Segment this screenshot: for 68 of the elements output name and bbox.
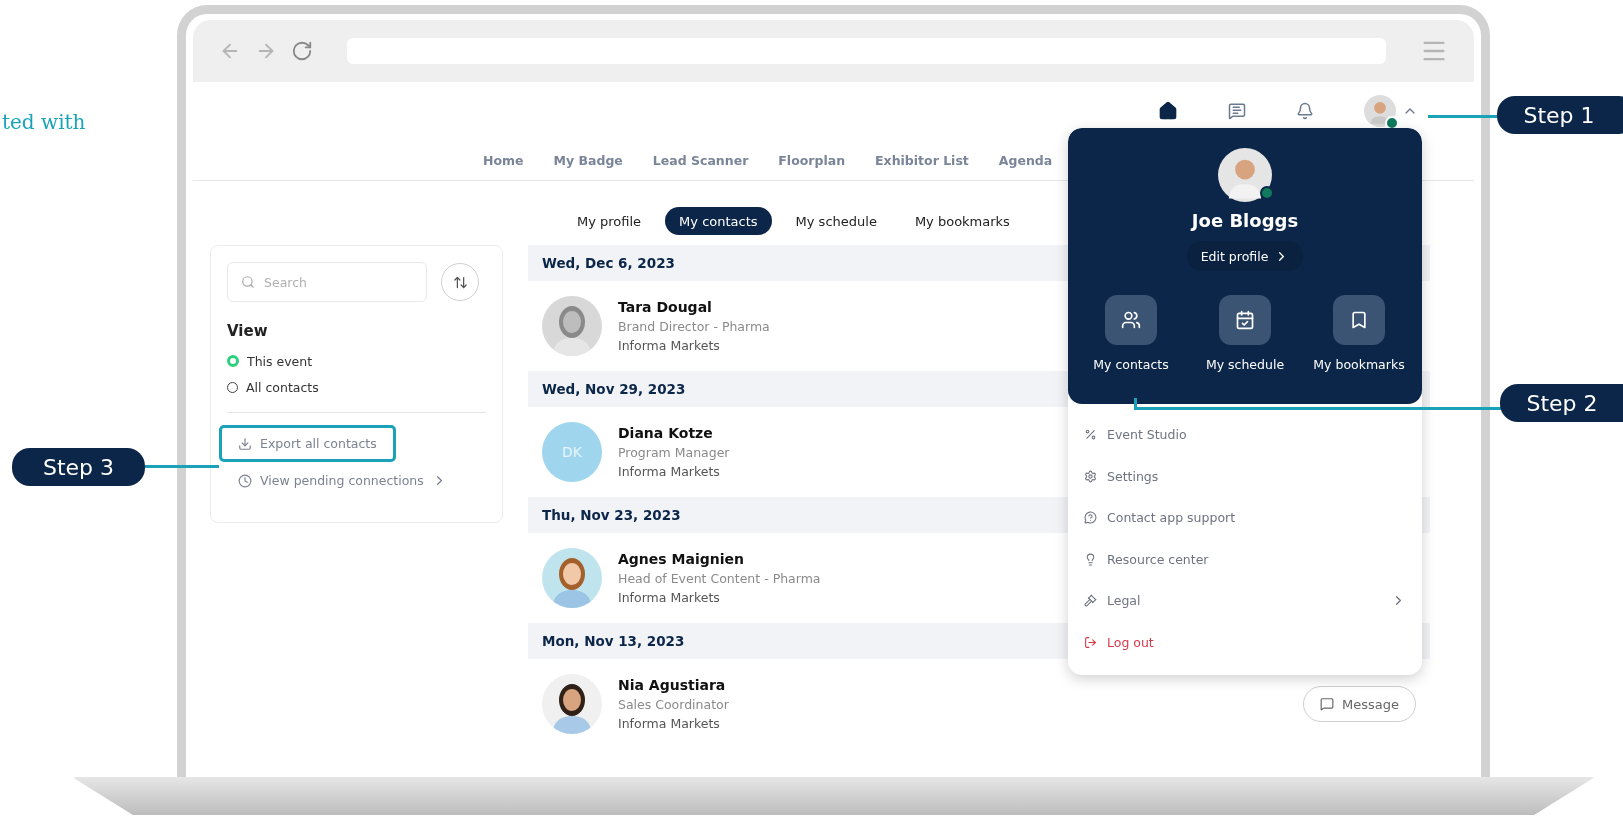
people-icon: [1121, 310, 1141, 330]
contact-title: Head of Event Content - Pharma: [618, 571, 821, 586]
shortcut-button[interactable]: My schedule: [1192, 295, 1298, 372]
intro-text: ted with: [2, 110, 86, 134]
calendar-check-icon: [1235, 310, 1255, 330]
download-icon: [238, 436, 252, 451]
bell-icon[interactable]: [1296, 102, 1314, 120]
tab[interactable]: My profile: [563, 207, 656, 235]
initials-avatar: DK: [542, 422, 602, 482]
logout-icon: [1084, 635, 1097, 649]
home-icon[interactable]: [1158, 101, 1178, 121]
menu-item[interactable]: Resource center: [1068, 538, 1422, 580]
nav-link[interactable]: My Badge: [553, 152, 623, 168]
sort-button[interactable]: [441, 263, 479, 301]
contact-name: Agnes Maignien: [618, 551, 744, 567]
nav-link[interactable]: Exhibitor List: [875, 152, 969, 168]
radio-option[interactable]: All contacts: [227, 374, 486, 400]
edit-profile-button[interactable]: Edit profile: [1186, 241, 1304, 271]
question-bubble-icon: [1084, 511, 1097, 525]
shortcut-button[interactable]: My contacts: [1078, 295, 1184, 372]
contact-company: Informa Markets: [618, 716, 720, 731]
lightbulb-icon: [1084, 552, 1097, 566]
tab[interactable]: My contacts: [665, 207, 772, 235]
shortcut-button[interactable]: My bookmarks: [1306, 295, 1412, 372]
message-button[interactable]: Message: [1303, 686, 1416, 722]
leader-line: [1428, 115, 1498, 118]
nav-link[interactable]: Agenda: [998, 152, 1053, 168]
menu-item[interactable]: Log out: [1068, 621, 1422, 663]
contact-name: Diana Kotze: [618, 425, 713, 441]
reload-icon[interactable]: [291, 40, 313, 62]
tab[interactable]: My schedule: [781, 207, 891, 235]
search-field[interactable]: Search: [227, 262, 427, 302]
radio-option[interactable]: This event: [227, 348, 486, 374]
date-text: Thu, Nov 23, 2023: [542, 507, 681, 523]
tab[interactable]: My bookmarks: [900, 207, 1024, 235]
percent-icon: [1084, 428, 1097, 442]
export-link[interactable]: Export all contacts: [219, 425, 396, 462]
date-text: Wed, Dec 6, 2023: [542, 255, 675, 271]
contact-name: Nia Agustiara: [618, 677, 726, 693]
gavel-icon: [1084, 594, 1097, 608]
contact-title: Sales Coordinator: [618, 697, 729, 712]
view-heading: View: [227, 322, 269, 340]
sort-icon: [452, 274, 468, 290]
step-label: Step 1: [1497, 96, 1623, 134]
contact-title: Brand Director - Pharma: [618, 319, 770, 334]
step-label: Step 3: [12, 448, 145, 486]
nav-link[interactable]: Home: [483, 152, 524, 168]
chat-icon[interactable]: [1228, 102, 1246, 120]
chat-icon: [1320, 697, 1334, 711]
contact-company: Informa Markets: [618, 590, 720, 605]
bookmark-icon: [1349, 310, 1369, 330]
clock-icon: [238, 473, 252, 488]
search-icon: [241, 275, 255, 289]
menu-item[interactable]: Legal: [1068, 580, 1422, 622]
nav-link[interactable]: Floorplan: [778, 152, 846, 168]
step-label: Step 2: [1500, 384, 1623, 422]
date-text: Mon, Nov 13, 2023: [542, 633, 685, 649]
menu-item[interactable]: Event Studio: [1068, 414, 1422, 456]
profile-name: Joe Bloggs: [1191, 210, 1299, 231]
date-text: Wed, Nov 29, 2023: [542, 381, 686, 397]
contact-name: Tara Dougal: [618, 299, 712, 315]
nav-link[interactable]: Lead Scanner: [652, 152, 749, 168]
menu-item[interactable]: Settings: [1068, 455, 1422, 497]
settings-icon: [1084, 469, 1097, 483]
contact-company: Informa Markets: [618, 338, 720, 353]
menu-item[interactable]: Contact app support: [1068, 497, 1422, 539]
contact-title: Program Manager: [618, 445, 730, 460]
contact-company: Informa Markets: [618, 464, 720, 479]
